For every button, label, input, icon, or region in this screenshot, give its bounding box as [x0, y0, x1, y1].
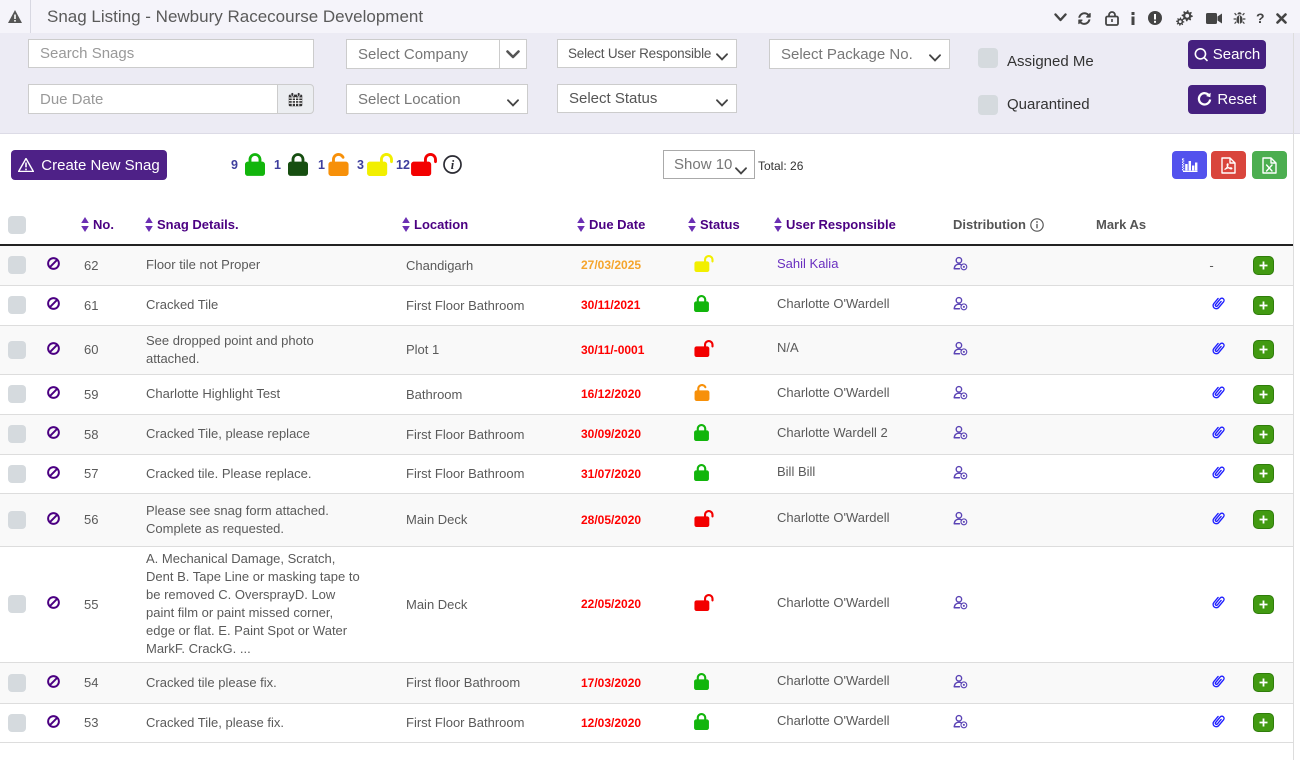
svg-text:?: ? — [1256, 11, 1265, 25]
svg-text:i: i — [451, 158, 455, 172]
